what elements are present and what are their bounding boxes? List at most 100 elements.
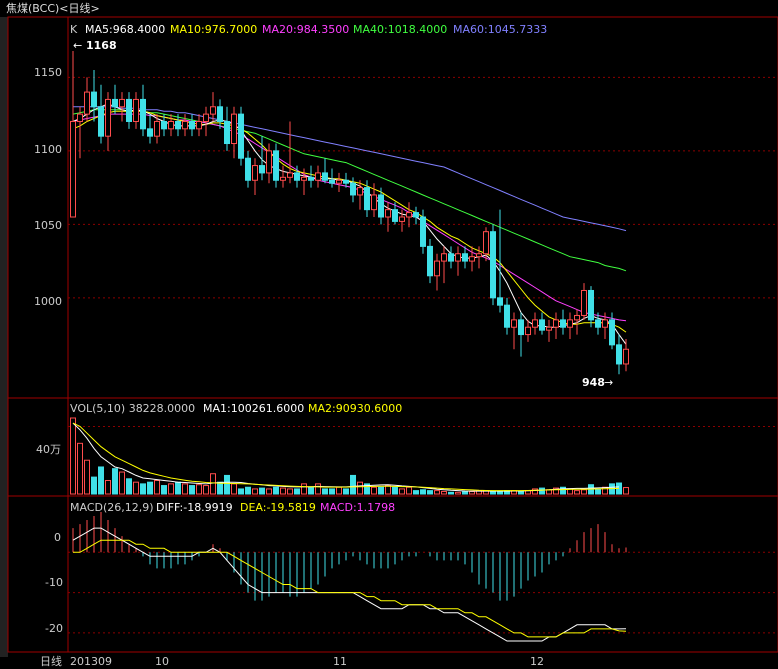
macd-tick-0: 0	[54, 531, 61, 544]
volume-bar	[294, 488, 300, 495]
candle-body	[392, 209, 398, 222]
high-marker-arrow: ←	[73, 39, 82, 52]
x-label-10: 10	[155, 655, 169, 668]
volume-bar	[336, 486, 342, 495]
candle-body	[203, 113, 209, 122]
candle-body	[378, 194, 384, 218]
x-label-11: 11	[333, 655, 347, 668]
volume-bar	[329, 488, 335, 495]
volume-bar	[343, 488, 349, 495]
volume-bar	[161, 485, 167, 495]
candle-body	[266, 150, 272, 174]
candle-body	[441, 253, 447, 262]
candle-body	[231, 113, 237, 145]
volume-bar	[217, 481, 223, 495]
candle-body	[154, 120, 160, 137]
volume-bar	[434, 490, 440, 495]
candle-body	[350, 182, 356, 196]
volume-bar	[266, 488, 272, 495]
volume-bar	[406, 486, 412, 495]
candle-body	[343, 179, 349, 184]
candle-body	[574, 314, 580, 321]
candle-body	[196, 120, 202, 130]
low-marker: 948	[582, 376, 605, 389]
candle-body	[126, 98, 132, 122]
volume-bar	[259, 487, 265, 495]
macd-tick-10: -10	[45, 576, 63, 589]
volume-bar	[238, 488, 244, 495]
volume-bar	[70, 417, 76, 495]
candle-body	[308, 176, 314, 181]
candle-body	[357, 187, 363, 196]
candle-body	[84, 91, 90, 115]
volume-bar	[420, 489, 426, 495]
candle-body	[546, 326, 552, 331]
volume-bar	[154, 479, 160, 495]
candle-body	[147, 128, 153, 137]
volume-bar	[231, 483, 237, 495]
volume-bar	[140, 483, 146, 495]
candle-body	[322, 172, 328, 181]
candle-body	[140, 98, 146, 130]
ma20-value: MA20:984.3500	[262, 23, 349, 36]
volume-bar	[378, 486, 384, 495]
candle-body	[511, 319, 517, 328]
dea-value: DEA:-19.5819	[240, 501, 316, 514]
vol-ma1-value: MA1:100261.6000	[203, 402, 304, 415]
candle-body	[427, 245, 433, 277]
volume-bar	[133, 481, 139, 495]
candle-body	[581, 289, 587, 316]
volume-bar	[539, 487, 545, 495]
candle-body	[112, 98, 118, 108]
candle-body	[616, 344, 622, 365]
macd-header: MACD(26,12,9)	[70, 501, 154, 514]
volume-bar	[308, 486, 314, 495]
candle-body	[455, 253, 461, 262]
volume-bar	[98, 466, 104, 495]
volume-bar	[518, 490, 524, 495]
volume-bar	[427, 490, 433, 495]
k-label: K	[70, 23, 78, 36]
volume-bar	[385, 485, 391, 495]
volume-bar	[490, 490, 496, 495]
volume-header: VOL(5,10) 38228.0000	[70, 402, 195, 415]
candle-body	[105, 98, 111, 137]
candle-body	[476, 253, 482, 258]
volume-bar	[581, 489, 587, 495]
candle-body	[532, 319, 538, 328]
volume-bar	[413, 490, 419, 495]
volume-bar	[77, 442, 83, 495]
volume-bar	[196, 484, 202, 495]
x-label-201309: 201309	[70, 655, 112, 668]
volume-bar	[182, 483, 188, 495]
candle-body	[595, 319, 601, 328]
volume-bar	[392, 486, 398, 495]
candle-body	[329, 179, 335, 184]
candle-body	[602, 319, 608, 328]
volume-bar	[147, 481, 153, 495]
high-marker: 1168	[86, 39, 117, 52]
vol-ma2-value: MA2:90930.6000	[308, 402, 402, 415]
price-tick-1000: 1000	[34, 295, 62, 308]
candle-body	[301, 176, 307, 181]
candle-body	[525, 326, 531, 336]
candle-body	[518, 319, 524, 336]
candle-body	[280, 176, 286, 181]
candle-body	[224, 120, 230, 145]
candle-body	[287, 172, 293, 178]
volume-bar	[301, 483, 307, 495]
candle-body	[98, 106, 104, 137]
ma10-value: MA10:976.7000	[170, 23, 257, 36]
candle-body	[567, 319, 573, 328]
candle-body	[259, 165, 265, 174]
candle-body	[336, 179, 342, 184]
volume-bar	[175, 481, 181, 495]
volume-bar	[189, 485, 195, 495]
price-tick-1050: 1050	[34, 219, 62, 232]
candle-body	[70, 120, 76, 218]
macd-tick-20: -20	[45, 622, 63, 635]
volume-bar	[357, 481, 363, 495]
candle-body	[238, 113, 244, 159]
candle-body	[210, 106, 216, 115]
candle-body	[469, 256, 475, 262]
